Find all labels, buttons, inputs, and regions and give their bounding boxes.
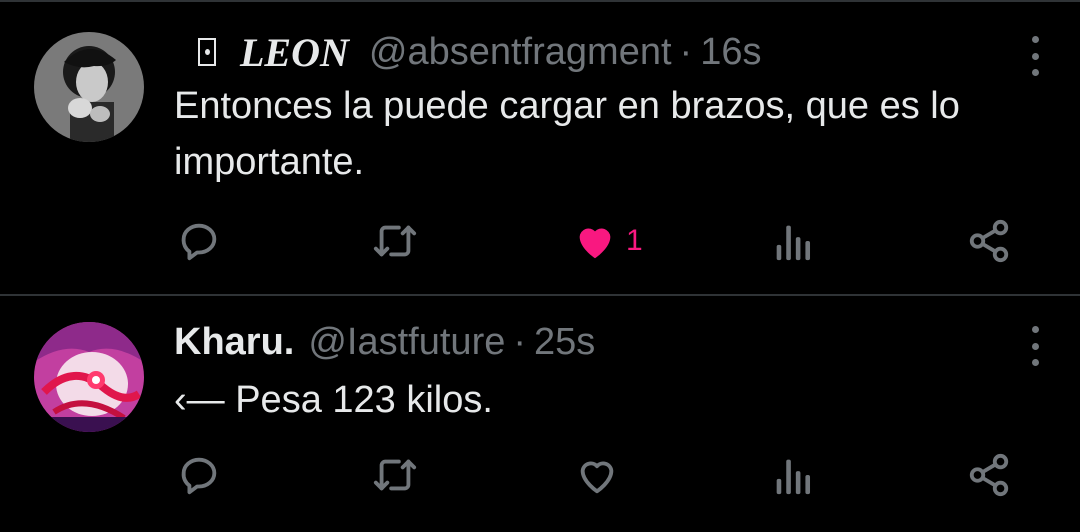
reply-button[interactable]	[176, 216, 222, 266]
like-button[interactable]: 1	[572, 216, 643, 266]
views-icon	[776, 459, 811, 495]
more-icon[interactable]	[1030, 36, 1040, 76]
tweet[interactable]: Kharu. @Iastfuture · 25s ‹— Pesa 123 kil…	[0, 296, 1080, 532]
avatar[interactable]	[34, 322, 144, 432]
share-icon	[969, 219, 1009, 263]
avatar[interactable]	[34, 32, 144, 142]
timestamp[interactable]: 25s	[534, 321, 595, 364]
tweet-actions: 1	[0, 216, 1080, 266]
tweet-text: Entonces la puede cargar en brazos, que …	[174, 85, 960, 183]
retweet-button[interactable]	[370, 450, 420, 500]
reply-icon	[181, 223, 217, 261]
views-icon	[776, 225, 811, 261]
username-handle[interactable]: @absentfragment	[369, 31, 672, 74]
views-button[interactable]	[772, 216, 812, 266]
more-icon[interactable]	[1030, 326, 1040, 366]
timestamp[interactable]: 16s	[700, 31, 761, 74]
reply-button[interactable]	[176, 450, 222, 500]
like-count: 1	[626, 224, 643, 257]
heart-icon	[579, 228, 611, 259]
card-icon	[198, 38, 216, 66]
separator-dot: ·	[679, 30, 693, 73]
reply-icon	[181, 457, 217, 495]
tweet-text: ‹— Pesa 123 kilos.	[174, 379, 493, 421]
share-button[interactable]	[966, 450, 1012, 500]
retweet-icon	[373, 225, 417, 257]
tweet-header: Kharu. @Iastfuture · 25s	[174, 320, 595, 364]
retweet-icon	[373, 459, 417, 491]
username-handle[interactable]: @Iastfuture	[308, 321, 505, 364]
views-button[interactable]	[772, 450, 812, 500]
tweet[interactable]: LEON @absentfragment · 16s Entonces la p…	[0, 2, 1080, 294]
heart-outline-icon	[580, 461, 614, 494]
like-button[interactable]	[574, 450, 628, 500]
display-name[interactable]: LEON	[240, 29, 349, 76]
separator-dot: ·	[513, 320, 527, 363]
tweet-actions	[0, 450, 1080, 500]
share-button[interactable]	[966, 216, 1012, 266]
display-name[interactable]: Kharu.	[174, 321, 294, 364]
retweet-button[interactable]	[370, 216, 420, 266]
share-icon	[969, 453, 1009, 497]
tweet-header: LEON @absentfragment · 16s	[174, 29, 761, 76]
